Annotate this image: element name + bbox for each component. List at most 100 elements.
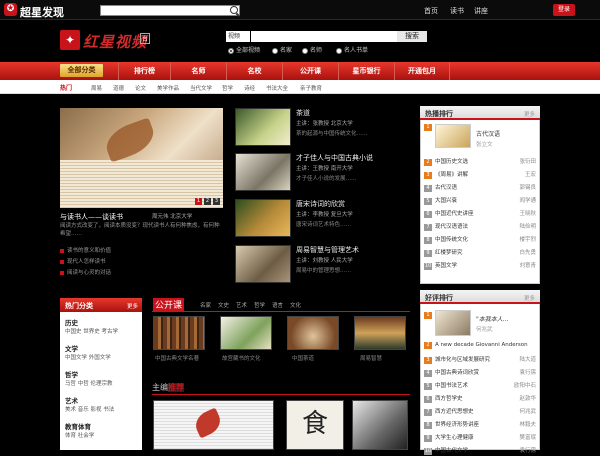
rank-row[interactable]: 9 红楼梦研究 白先勇 xyxy=(424,248,536,258)
more-link[interactable]: 更多 xyxy=(127,302,138,310)
topic-title[interactable]: 茶道 xyxy=(296,108,310,118)
site-logo-text[interactable]: 红星视频 xyxy=(83,31,147,52)
rank-title[interactable]: 英国文学 xyxy=(435,263,457,269)
nav-ranking[interactable]: 排行榜 xyxy=(118,62,170,80)
all-categories-button[interactable]: 全部分类 xyxy=(60,64,103,77)
rank-row[interactable]: 4 中国古典诗词欣赏 袁行霈 xyxy=(424,368,536,378)
course-thumbnail[interactable] xyxy=(287,316,339,350)
nav-monthly[interactable]: 开通包月 xyxy=(394,62,450,80)
rank-row[interactable]: 6 中国近代史讲座 王晓秋 xyxy=(424,209,536,219)
open-course-tab[interactable]: 语言 xyxy=(272,301,283,309)
banner-title[interactable]: 与读书人——谈读书 xyxy=(60,212,123,222)
open-course-tab[interactable]: 名家 xyxy=(200,301,211,309)
more-link[interactable]: 更多 xyxy=(524,294,535,302)
rank-title[interactable]: 中国历史文选 xyxy=(435,159,468,165)
rank-title[interactable]: 城市化与区域发展研究 xyxy=(435,357,490,363)
banner-list-item[interactable]: 阅读与心灵的对话 xyxy=(60,268,111,276)
nav-link-read[interactable]: 读书 xyxy=(450,6,464,16)
banner-page-1[interactable]: 1 xyxy=(195,198,202,205)
radio-master[interactable]: 名家 xyxy=(272,45,292,54)
rank-title[interactable]: 西方近代思想史 xyxy=(435,409,474,415)
rank-feature-title[interactable]: 古代汉语 xyxy=(476,129,500,138)
banner-list-item[interactable]: 读书的意义和价值 xyxy=(60,246,111,254)
rank-row[interactable]: 8 中国传统文化 楼宇烈 xyxy=(424,235,536,245)
rank-row[interactable]: 10 中国古代文学 袁行霈 xyxy=(424,446,536,456)
open-course-title[interactable]: 公开课 xyxy=(153,298,185,311)
login-button[interactable]: 登录 xyxy=(553,4,575,16)
hot-keyword[interactable]: 美学作品 xyxy=(157,84,179,92)
rank-row[interactable]: 2 中国历史文选 张衍田 xyxy=(424,157,536,167)
category-links[interactable]: 美术 音乐 影视 书法 xyxy=(65,405,114,413)
category-links[interactable]: 中国文学 外国文学 xyxy=(65,353,111,361)
rank-title[interactable]: 现代汉语语法 xyxy=(435,224,468,230)
radio-teacher[interactable]: 名师 xyxy=(302,45,322,54)
category-links[interactable]: 体育 社会学 xyxy=(65,431,94,439)
brand-logo-icon[interactable]: ✪ xyxy=(4,3,17,16)
rank-row[interactable]: 6 西方哲学史 赵敦华 xyxy=(424,394,536,404)
topic-thumbnail[interactable] xyxy=(235,199,291,237)
site-logo-icon[interactable]: ✦ xyxy=(60,30,80,50)
search-icon[interactable] xyxy=(230,6,238,14)
main-search-input[interactable] xyxy=(251,31,397,42)
topic-thumbnail[interactable] xyxy=(235,153,291,191)
category-title[interactable]: 文学 xyxy=(65,343,78,353)
nav-link-home[interactable]: 首页 xyxy=(424,6,438,16)
banner-page-3[interactable]: 3 xyxy=(213,198,220,205)
topic-thumbnail[interactable] xyxy=(235,245,291,283)
open-course-tab[interactable]: 文史 xyxy=(218,301,229,309)
category-title[interactable]: 教育体育 xyxy=(65,421,91,431)
nav-teachers[interactable]: 名师 xyxy=(170,62,226,80)
rank-title[interactable]: 世界经济形势讲座 xyxy=(435,422,479,428)
hot-keyword[interactable]: 当代文学 xyxy=(190,84,212,92)
category-title[interactable]: 哲学 xyxy=(65,369,78,379)
rank-row[interactable]: 7 西方近代思想史 何兆武 xyxy=(424,407,536,417)
recommend-thumbnail[interactable]: 食 xyxy=(286,400,344,450)
rank-row[interactable]: 7 现代汉语语法 陆俭明 xyxy=(424,222,536,232)
course-caption[interactable]: 中国茶道 xyxy=(292,354,314,362)
top-search-input[interactable] xyxy=(100,5,240,16)
category-title[interactable]: 艺术 xyxy=(65,395,78,405)
rank-row[interactable]: 8 世界经济形势讲座 林毅夫 xyxy=(424,420,536,430)
hot-keyword[interactable]: 书法大全 xyxy=(266,84,288,92)
rank-row[interactable]: 2A new decade Giovanni Anderson xyxy=(424,342,536,352)
rank-title[interactable]: 大学生心理健康 xyxy=(435,435,474,441)
rank-row[interactable]: 5 中国书法艺术 欧阳中石 xyxy=(424,381,536,391)
rank-title[interactable]: 中国书法艺术 xyxy=(435,383,468,389)
open-course-tab[interactable]: 艺术 xyxy=(236,301,247,309)
rank-title[interactable]: 中国传统文化 xyxy=(435,237,468,243)
nav-schools[interactable]: 名校 xyxy=(226,62,282,80)
rank-title[interactable]: 西方哲学史 xyxy=(435,396,463,402)
category-links[interactable]: 马哲 中哲 伦理宗教 xyxy=(65,379,113,387)
open-course-tab[interactable]: 哲学 xyxy=(254,301,265,309)
nav-coin-bank[interactable]: 星币银行 xyxy=(338,62,394,80)
open-course-tab[interactable]: 文化 xyxy=(290,301,301,309)
nav-open-course[interactable]: 公开课 xyxy=(282,62,338,80)
rank-feature-thumbnail[interactable] xyxy=(435,310,471,336)
course-caption[interactable]: 故宫藏书的文化 xyxy=(222,354,261,362)
rank-title[interactable]: 红楼梦研究 xyxy=(435,250,463,256)
hot-keyword[interactable]: 亲子教育 xyxy=(300,84,322,92)
hot-keyword[interactable]: 周易 xyxy=(91,84,102,92)
hot-keyword[interactable]: 论文 xyxy=(135,84,146,92)
course-thumbnail[interactable] xyxy=(153,316,205,350)
topic-title[interactable]: 才子佳人与中国古典小说 xyxy=(296,153,373,163)
banner-page-2[interactable]: 2 xyxy=(204,198,211,205)
category-links[interactable]: 中国史 世界史 考古学 xyxy=(65,327,118,335)
more-link[interactable]: 更多 xyxy=(524,110,535,118)
topic-title[interactable]: 周易智慧与管理艺术 xyxy=(296,245,359,255)
rank-title[interactable]: 中国古典诗词欣赏 xyxy=(435,370,479,376)
rank-title[interactable]: 《周易》讲解 xyxy=(435,172,468,178)
topic-title[interactable]: 唐宋诗词的欣赏 xyxy=(296,199,345,209)
rank-row[interactable]: 5 大国兴衰 阎学通 xyxy=(424,196,536,206)
category-title[interactable]: 历史 xyxy=(65,317,78,327)
course-thumbnail[interactable] xyxy=(354,316,406,350)
rank-feature-thumbnail[interactable] xyxy=(435,124,471,148)
brand-name[interactable]: 超星发现 xyxy=(20,4,64,20)
hot-keyword[interactable]: 道德 xyxy=(113,84,124,92)
rank-title[interactable]: 大国兴衰 xyxy=(435,198,457,204)
course-caption[interactable]: 中国古典文学名著 xyxy=(155,354,199,362)
search-type-select[interactable]: 视频 xyxy=(226,31,250,42)
rank-title[interactable]: 中国古代文学 xyxy=(435,448,468,454)
search-button[interactable]: 搜索 xyxy=(397,31,427,42)
rank-row[interactable]: 9 大学生心理健康 樊富珉 xyxy=(424,433,536,443)
